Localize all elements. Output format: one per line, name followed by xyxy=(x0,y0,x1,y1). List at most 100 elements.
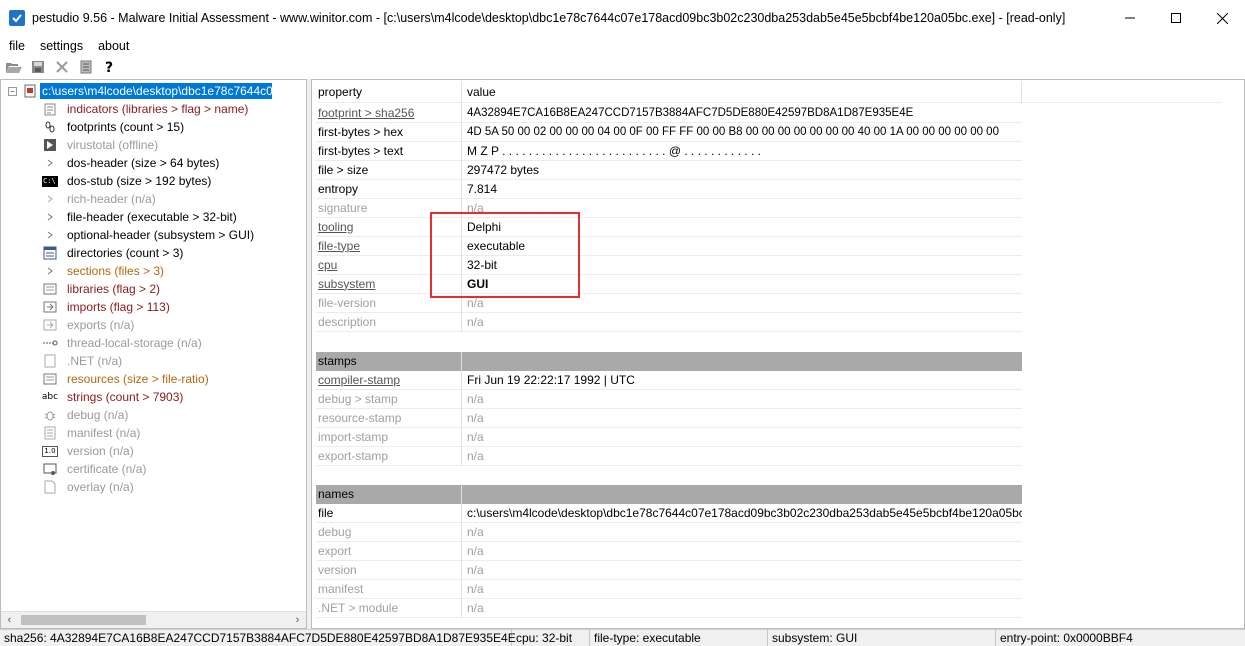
folder-open-icon xyxy=(6,63,22,73)
table-row[interactable]: debug > stamp n/a xyxy=(316,389,1022,409)
close-file-button[interactable] xyxy=(52,58,72,76)
property-label[interactable]: file-type xyxy=(318,239,360,253)
column-header-value[interactable]: value xyxy=(462,81,1022,103)
tree-item-label: libraries (flag > 2) xyxy=(67,282,161,296)
scrollbar-thumb[interactable] xyxy=(21,615,146,625)
collapse-toggle[interactable]: − xyxy=(8,86,17,96)
table-row[interactable]: file > size 297472 bytes xyxy=(316,160,1022,180)
tree-item-sections[interactable]: sections (files > 3) xyxy=(42,262,164,280)
table-row[interactable]: tooling Delphi xyxy=(316,217,1022,237)
table-row[interactable]: export-stamp n/a xyxy=(316,446,1022,466)
property-label: first-bytes > hex xyxy=(316,122,462,142)
tree-item-version[interactable]: 1.0 version (n/a) xyxy=(42,442,134,460)
table-row[interactable]: import-stamp n/a xyxy=(316,427,1022,447)
list-button[interactable] xyxy=(76,58,96,76)
tree-item-overlay[interactable]: overlay (n/a) xyxy=(42,478,134,496)
property-label[interactable]: footprint > sha256 xyxy=(318,106,414,120)
menu-settings[interactable]: settings xyxy=(32,39,90,53)
property-value: n/a xyxy=(467,448,484,463)
help-button[interactable]: ? xyxy=(100,58,120,76)
status-bar: sha256: 4A32894E7CA16B8EA247CCD7157B3884… xyxy=(0,629,1245,646)
table-row[interactable]: manifest n/a xyxy=(316,579,1022,599)
minimize-button[interactable] xyxy=(1107,0,1153,36)
annotation-highlight-box xyxy=(430,212,580,298)
tree-item-manifest[interactable]: manifest (n/a) xyxy=(42,424,140,442)
property-value: n/a xyxy=(467,391,484,406)
footprints-icon xyxy=(42,119,58,135)
tree-item-indicators[interactable]: indicators (libraries > flag > name) xyxy=(42,100,248,118)
table-row[interactable]: resource-stamp n/a xyxy=(316,408,1022,428)
status-entry-point: entry-point: 0x0000BBF4 xyxy=(1000,631,1133,645)
tree-item-imports[interactable]: imports (flag > 113) xyxy=(42,298,170,316)
property-label[interactable]: cpu xyxy=(318,258,337,272)
table-row[interactable]: export n/a xyxy=(316,541,1022,561)
grid-header-filler xyxy=(1022,82,1222,103)
table-row[interactable]: signature n/a xyxy=(316,198,1022,218)
tree-item-directories[interactable]: directories (count > 3) xyxy=(42,244,183,262)
strings-icon: abc xyxy=(41,392,59,402)
table-row[interactable]: first-bytes > text M Z P . . . . . . . .… xyxy=(316,141,1022,161)
property-label: debug xyxy=(316,522,462,542)
tree-item-label: indicators (libraries > flag > name) xyxy=(67,102,249,116)
arrow-icon xyxy=(42,227,58,243)
table-row[interactable]: subsystem GUI xyxy=(316,274,1022,294)
manifest-icon xyxy=(42,425,58,441)
tree-item-debug[interactable]: debug (n/a) xyxy=(42,406,128,424)
menu-about[interactable]: about xyxy=(90,39,136,53)
property-label[interactable]: tooling xyxy=(318,220,353,234)
scroll-right-arrow[interactable]: › xyxy=(289,612,306,628)
tls-icon xyxy=(42,335,58,351)
tree-item-optional-header[interactable]: optional-header (subsystem > GUI) xyxy=(42,226,254,244)
menu-bar: file settings about xyxy=(0,36,1245,56)
property-label: manifest xyxy=(316,579,462,599)
save-button[interactable] xyxy=(28,58,48,76)
open-button[interactable] xyxy=(4,58,24,76)
tree-item-file-header[interactable]: file-header (executable > 32-bit) xyxy=(42,208,237,226)
tree-horizontal-scrollbar[interactable]: ‹ › xyxy=(1,611,306,628)
maximize-button[interactable] xyxy=(1153,0,1199,36)
tree-item-strings[interactable]: abc strings (count > 7903) xyxy=(41,388,184,406)
console-icon: C:\ xyxy=(42,173,58,189)
tree-item-virustotal[interactable]: virustotal (offline) xyxy=(42,136,158,154)
scroll-left-arrow[interactable]: ‹ xyxy=(1,612,18,628)
table-row[interactable]: file c:\users\m4lcode\desktop\dbc1e78c76… xyxy=(316,503,1022,523)
tree-item-dos-header[interactable]: dos-header (size > 64 bytes) xyxy=(42,154,219,172)
menu-file[interactable]: file xyxy=(0,39,32,53)
table-row[interactable]: version n/a xyxy=(316,560,1022,580)
property-value: n/a xyxy=(467,314,484,329)
tree-item-label: version (n/a) xyxy=(67,444,134,458)
tree-item-thread-local-storage[interactable]: thread-local-storage (n/a) xyxy=(42,334,202,352)
table-row[interactable]: entropy 7.814 xyxy=(316,179,1022,199)
table-row[interactable]: file-version n/a xyxy=(316,293,1022,313)
properties-pane: property value footprint > sha256 4A3289… xyxy=(311,79,1245,629)
debug-icon xyxy=(42,407,58,423)
tree-item-certificate[interactable]: certificate (n/a) xyxy=(42,460,146,478)
tree-item-footprints[interactable]: footprints (count > 15) xyxy=(42,118,184,136)
table-row[interactable]: first-bytes > hex 4D 5A 50 00 02 00 00 0… xyxy=(316,122,1022,142)
root-file-path[interactable]: c:\users\m4lcode\desktop\dbc1e78c7644c07… xyxy=(40,83,272,99)
status-subsystem: subsystem: GUI xyxy=(768,630,996,646)
close-button[interactable] xyxy=(1199,0,1245,36)
title-bar: pestudio 9.56 - Malware Initial Assessme… xyxy=(0,0,1245,36)
tree-item-exports[interactable]: exports (n/a) xyxy=(42,316,134,334)
tree-item-dotnet[interactable]: .NET (n/a) xyxy=(42,352,122,370)
tree-root[interactable]: − c:\users\m4lcode\desktop\dbc1e78c7644c… xyxy=(8,82,272,100)
property-label[interactable]: compiler-stamp xyxy=(318,373,400,387)
table-row[interactable]: file-type executable xyxy=(316,236,1022,256)
tree-item-label: directories (count > 3) xyxy=(67,246,184,260)
property-value: 4A32894E7CA16B8EA247CCD7157B3884AFC7D5DE… xyxy=(467,106,914,119)
property-label: version xyxy=(316,560,462,580)
tree-item-libraries[interactable]: libraries (flag > 2) xyxy=(42,280,160,298)
column-header-property[interactable]: property xyxy=(316,81,462,103)
table-row[interactable]: cpu 32-bit xyxy=(316,255,1022,275)
property-label[interactable]: subsystem xyxy=(318,277,375,291)
table-row[interactable]: footprint > sha256 4A32894E7CA16B8EA247C… xyxy=(316,103,1022,123)
table-row[interactable]: description n/a xyxy=(316,312,1022,332)
tree-item-label: thread-local-storage (n/a) xyxy=(67,336,202,350)
table-row[interactable]: debug n/a xyxy=(316,522,1022,542)
table-row[interactable]: compiler-stamp Fri Jun 19 22:22:17 1992 … xyxy=(316,370,1022,390)
table-row[interactable]: .NET > module n/a xyxy=(316,598,1022,618)
tree-item-resources[interactable]: resources (size > file-ratio) xyxy=(42,370,209,388)
tree-item-dos-stub[interactable]: C:\ dos-stub (size > 192 bytes) xyxy=(42,172,211,190)
tree-item-rich-header[interactable]: rich-header (n/a) xyxy=(42,190,156,208)
